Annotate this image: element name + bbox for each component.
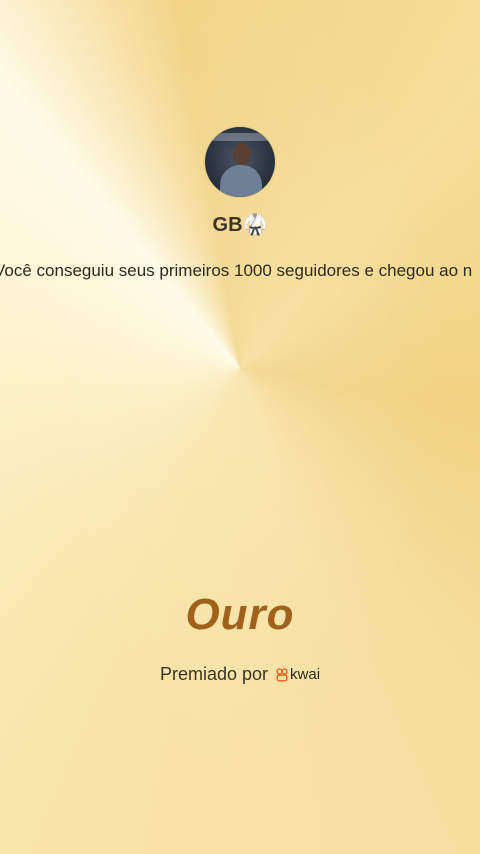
achievement-message: Você conseguiu seus primeiros 1000 segui… [0,261,473,280]
profile-avatar [205,127,275,197]
awarded-by-label: Premiado por [159,664,269,684]
kwai-brand: kwai [276,666,320,683]
kwai-brand-name: kwai [290,666,321,683]
awarded-by-footer: Premiado por kwai [0,664,480,685]
username: GB🥋 [212,214,268,236]
kwai-logo-icon [276,667,288,681]
avatar-shirt [220,165,262,197]
avatar-background-light [209,133,271,141]
avatar-head [233,143,251,165]
award-title: Ouro [185,590,295,639]
